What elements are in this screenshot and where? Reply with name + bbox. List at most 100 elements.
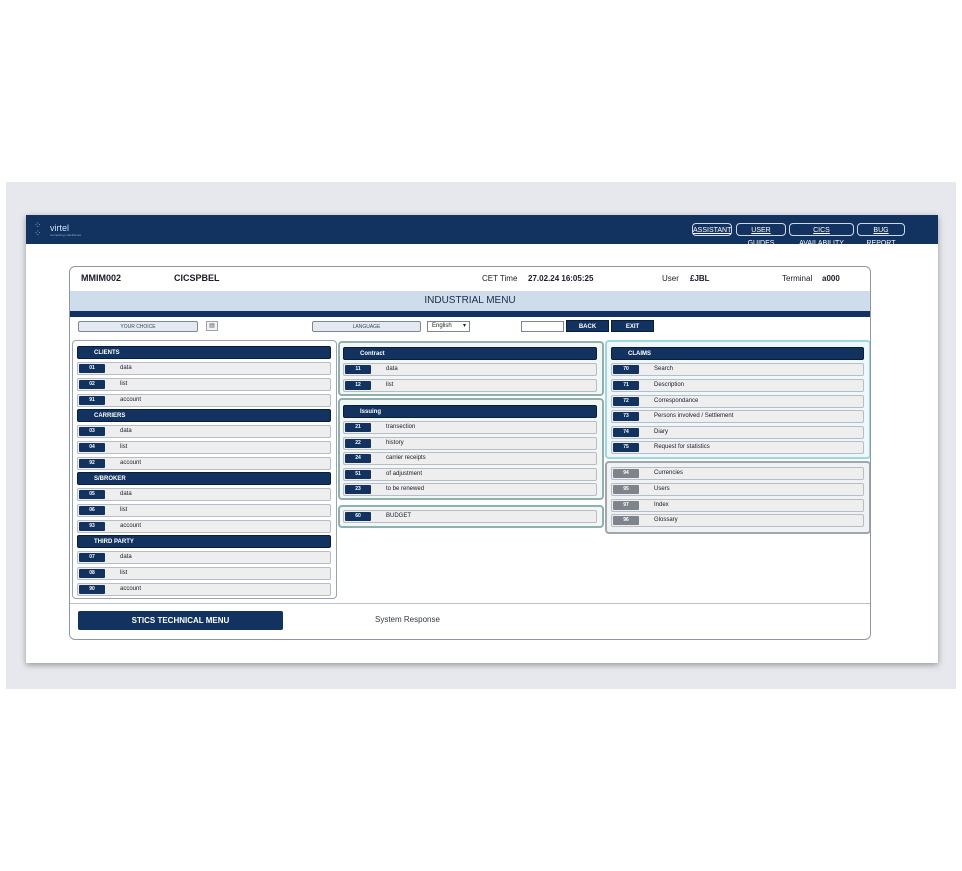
menu-item-02[interactable]: 02 list — [77, 378, 331, 391]
item-label: list — [120, 507, 128, 513]
item-label: account — [120, 460, 142, 466]
item-code: 22 — [345, 439, 371, 448]
item-label: data — [386, 366, 398, 372]
control-row: YOUR CHOICE ▤ LANGUAGE English ▾ BACK EX… — [70, 317, 870, 337]
menu-item-95[interactable]: 95 Users — [611, 483, 864, 496]
item-code: 07 — [79, 553, 105, 562]
section-issuing: Issuing — [343, 405, 597, 418]
item-code: 60 — [345, 512, 371, 521]
system-name: CICSPBEL — [174, 273, 220, 283]
item-label: list — [120, 444, 128, 450]
menu-item-96[interactable]: 96 Glossary — [611, 514, 864, 527]
section-clients: CLIENTS — [77, 346, 331, 359]
menu-item-07[interactable]: 07 data — [77, 551, 331, 564]
budget-panel: 60 BUDGET — [338, 505, 604, 528]
item-label: data — [120, 554, 132, 560]
item-code: 03 — [79, 427, 105, 436]
item-code: 92 — [79, 459, 105, 468]
menu-item-75[interactable]: 75 Request for statistics — [611, 441, 864, 454]
menu-item-06[interactable]: 06 list — [77, 504, 331, 517]
menu-item-05[interactable]: 05 data — [77, 488, 331, 501]
menu-item-22[interactable]: 22 history — [343, 437, 597, 450]
misc-panel: 94 Currencies 95 Users 97 Index 96 Glossary — [605, 461, 870, 534]
menu-item-74[interactable]: 74 Diary — [611, 426, 864, 439]
logo-subtitle: connecting mainframes — [50, 233, 82, 237]
menu-item-73[interactable]: 73 Persons involved / Settlement — [611, 410, 864, 423]
language-label: LANGUAGE — [312, 321, 421, 332]
menu-title: INDUSTRIAL MENU — [70, 291, 870, 311]
menu-item-08[interactable]: 08 list — [77, 567, 331, 580]
item-label: list — [120, 570, 128, 576]
terminal-label: Terminal — [782, 274, 813, 283]
item-code: 51 — [345, 470, 371, 479]
choice-label: YOUR CHOICE — [78, 321, 198, 332]
issuing-panel: Issuing 21 transection 22 history 24 carrie… — [338, 398, 604, 500]
section-third-party: THIRD PARTY — [77, 535, 331, 548]
contract-panel: Contract 11 data 12 list — [338, 341, 604, 396]
item-code: 24 — [345, 454, 371, 463]
menu-item-91[interactable]: 91 account — [77, 394, 331, 407]
menu-item-12[interactable]: 12 list — [343, 379, 597, 392]
menu-item-97[interactable]: 97 Index — [611, 499, 864, 512]
item-label: account — [120, 586, 142, 592]
user-guides-link[interactable]: USER GUIDES — [736, 223, 786, 247]
bug-report-link[interactable]: BUG REPORT — [857, 223, 905, 247]
item-label: Description — [654, 382, 685, 388]
language-select[interactable]: English ▾ — [427, 321, 470, 332]
footer-divider — [70, 603, 870, 604]
item-label: list — [386, 382, 394, 388]
item-code: 75 — [613, 443, 639, 452]
item-code: 91 — [79, 396, 105, 405]
item-label: of adjustment — [386, 471, 423, 477]
item-code: 95 — [613, 485, 639, 494]
menu-item-03[interactable]: 03 data — [77, 425, 331, 438]
item-label: Correspondance — [654, 398, 699, 404]
exit-button[interactable]: EXIT — [611, 320, 654, 332]
app-window: ⁘ ⁘ virtel connecting mainframes ASSISTAN… — [26, 215, 938, 663]
section-sbroker: S/BROKER — [77, 472, 331, 485]
section-contract: Contract — [343, 347, 597, 360]
session-info-bar: MMIM002 CICSPBEL CET Time 27.02.24 16:05… — [70, 267, 870, 290]
item-code: 73 — [613, 412, 639, 421]
menu-item-72[interactable]: 72 Correspondance — [611, 395, 864, 408]
menu-item-51[interactable]: 51 of adjustment — [343, 468, 597, 481]
item-code: 04 — [79, 443, 105, 452]
menu-item-24[interactable]: 24 carrier receipts — [343, 452, 597, 465]
user-value: £JBL — [690, 274, 710, 283]
item-label: Persons involved / Settlement — [654, 413, 734, 419]
item-code: 23 — [345, 485, 371, 494]
item-label: Diary — [654, 429, 669, 435]
item-code: 02 — [79, 380, 105, 389]
menu-item-90[interactable]: 90 account — [77, 583, 331, 596]
menu-item-71[interactable]: 71 Description — [611, 379, 864, 392]
menu-item-21[interactable]: 21 transection — [343, 421, 597, 434]
menu-item-94[interactable]: 94 Currencies — [611, 467, 864, 480]
command-input[interactable] — [521, 321, 564, 332]
cics-availability-link[interactable]: CICS AVAILABILITY — [789, 223, 854, 247]
left-panel: CLIENTS 01 data 02 list 91 account CARRIERS… — [72, 340, 337, 599]
user-label: User — [662, 274, 679, 283]
item-code: 06 — [79, 506, 105, 515]
menu-item-04[interactable]: 04 list — [77, 441, 331, 454]
calendar-icon[interactable]: ▤ — [206, 321, 218, 331]
menu-item-01[interactable]: 01 data — [77, 362, 331, 375]
item-code: 70 — [613, 365, 639, 374]
menu-item-92[interactable]: 92 account — [77, 457, 331, 470]
terminal-value: a000 — [822, 274, 840, 283]
item-code: 96 — [613, 516, 639, 525]
item-label: data — [120, 365, 132, 371]
item-code: 74 — [613, 428, 639, 437]
back-button[interactable]: BACK — [566, 320, 609, 332]
item-label: BUDGET — [386, 513, 412, 519]
assistant-link[interactable]: ASSISTANT — [692, 223, 732, 236]
item-label: transection — [386, 424, 416, 430]
technical-menu-button[interactable]: STICS TECHNICAL MENU — [78, 611, 283, 630]
menu-item-93[interactable]: 93 account — [77, 520, 331, 533]
menu-item-11[interactable]: 11 data — [343, 363, 597, 376]
menu-item-60[interactable]: 60 BUDGET — [343, 510, 597, 523]
item-code: 93 — [79, 522, 105, 531]
screen-id: MMIM002 — [81, 273, 122, 283]
menu-item-70[interactable]: 70 Search — [611, 363, 864, 376]
item-label: Glossary — [654, 517, 678, 523]
menu-item-23[interactable]: 23 to be renewed — [343, 483, 597, 496]
